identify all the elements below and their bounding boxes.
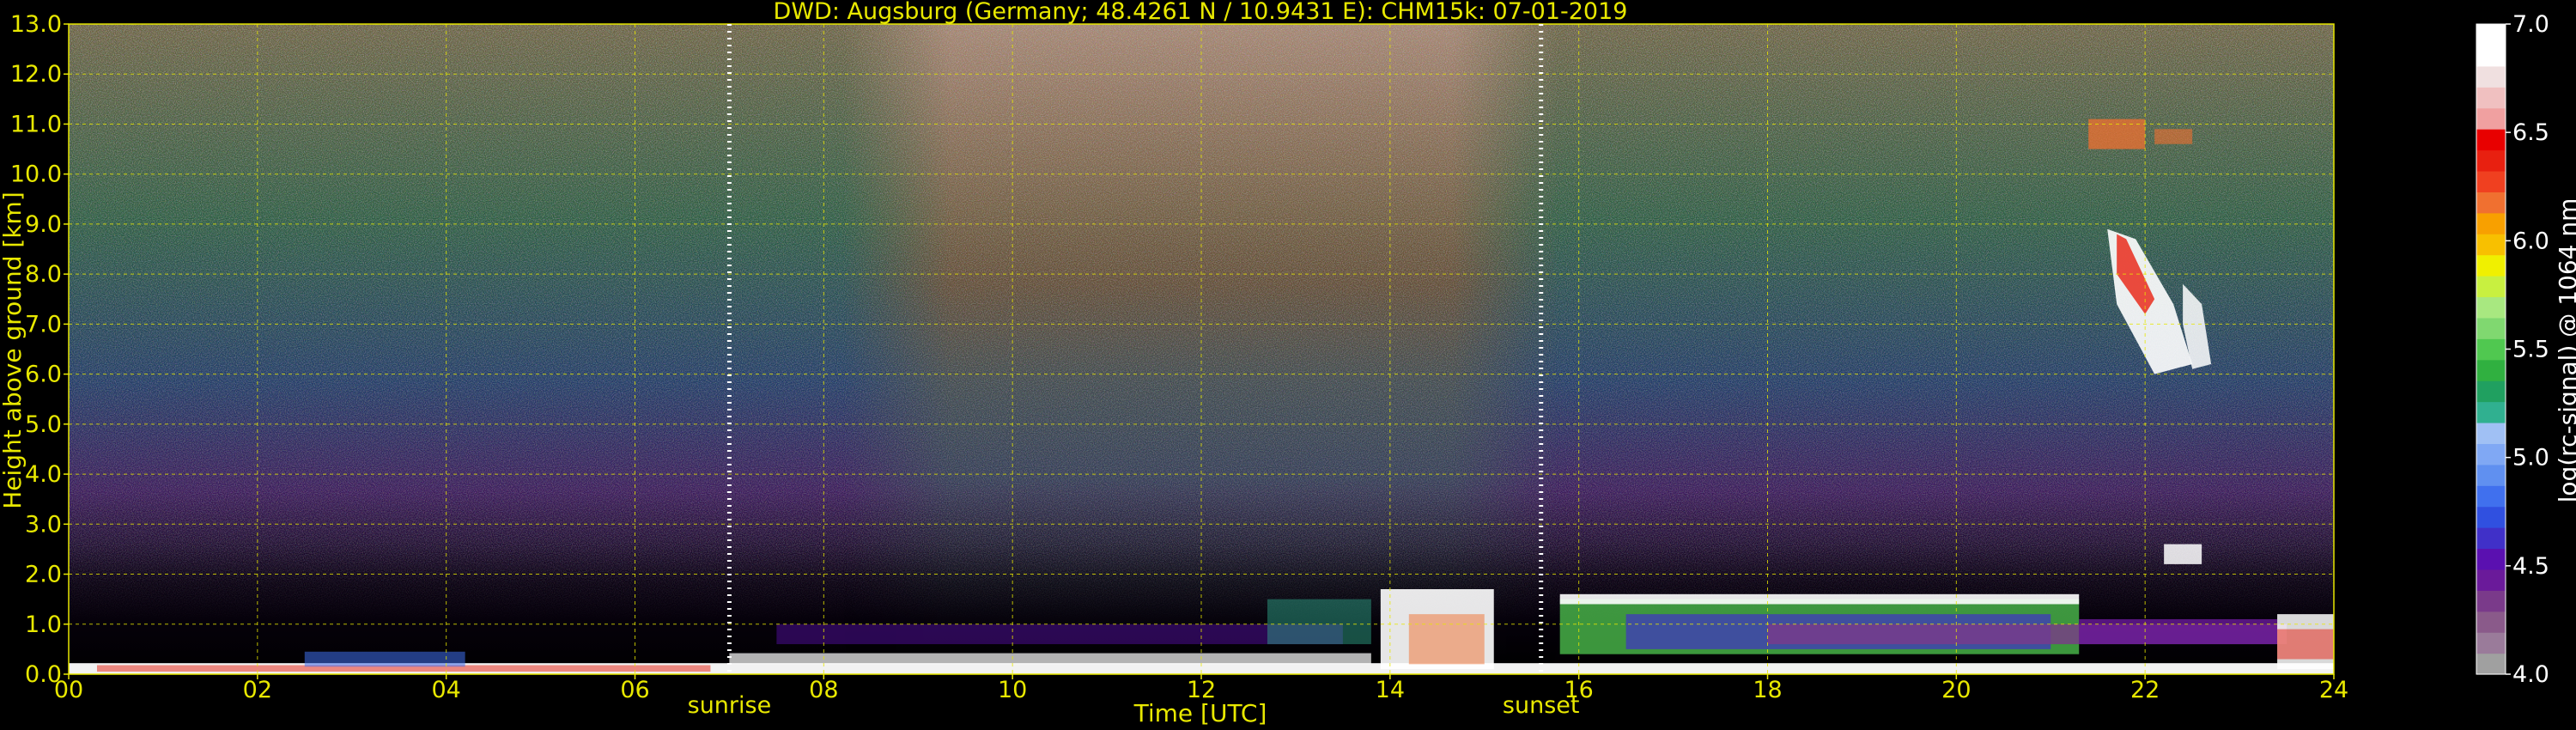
colorbar-segment [2476, 590, 2506, 612]
colorbar-segment [2476, 87, 2506, 109]
x-tick-label: 16 [1564, 677, 1593, 703]
colorbar-label: log(rc-signal) @ 1064 nm [2554, 198, 2576, 503]
cirrus-patch-2 [2154, 129, 2193, 144]
colorbar-segment [2476, 653, 2506, 675]
colorbar-segment [2476, 380, 2506, 403]
midlevel-cloud [2164, 544, 2202, 564]
convective-plumes [1267, 599, 1371, 645]
colorbar-segment [2476, 212, 2506, 234]
x-tick-label: 22 [2130, 677, 2160, 703]
colorbar: 4.0 4.5 5.0 5.5 6.0 6.5 7.0 [2476, 11, 2549, 688]
colorbar-tick-label: 5.5 [2512, 337, 2549, 363]
colorbar-tick-label: 5.0 [2512, 445, 2549, 471]
colorbar-segment [2476, 317, 2506, 339]
y-tick-label: 8.0 [25, 261, 62, 288]
x-tick-label: 08 [809, 677, 838, 703]
y-tick-label: 3.0 [25, 511, 62, 538]
colorbar-segment [2476, 65, 2506, 88]
colorbar-segment [2476, 632, 2506, 654]
y-tick-label: 11.0 [10, 111, 62, 137]
colorbar-segment [2476, 401, 2506, 423]
colorbar-segment [2476, 569, 2506, 591]
y-tick-label: 6.0 [25, 362, 62, 388]
colorbar-tick-label: 6.0 [2512, 228, 2549, 254]
residual-layer [776, 624, 1343, 645]
y-tick-label: 9.0 [25, 211, 62, 238]
cloud-core [1408, 614, 1485, 665]
colorbar-segment [2476, 296, 2506, 319]
evening-layer-top [1559, 593, 2080, 605]
colorbar-tick-label: 4.5 [2512, 553, 2549, 580]
colorbar-segment [2476, 129, 2506, 151]
colorbar-segment [2476, 234, 2506, 256]
y-tick-label: 4.0 [25, 461, 62, 488]
colorbar-segment [2476, 45, 2506, 67]
aerosol-layer-blue [304, 651, 465, 667]
x-tick-label: 20 [1941, 677, 1971, 703]
y-tick-label: 2.0 [25, 562, 62, 588]
colorbar-segment [2476, 506, 2506, 528]
colorbar-tick-label: 4.0 [2512, 661, 2549, 688]
colorbar-segment [2476, 548, 2506, 570]
chart-title: DWD: Augsburg (Germany; 48.4261 N / 10.9… [774, 0, 1628, 25]
colorbar-segment [2476, 338, 2506, 361]
y-tick-label: 10.0 [10, 161, 62, 188]
colorbar-tick-label: 7.0 [2512, 11, 2549, 38]
y-tick-label: 12.0 [10, 61, 62, 88]
x-tick-label: 18 [1753, 677, 1782, 703]
x-tick-label: 06 [620, 677, 649, 703]
colorbar-tick-label: 6.5 [2512, 119, 2549, 146]
colorbar-segment [2476, 422, 2506, 444]
y-tick-label: 7.0 [25, 311, 62, 338]
cirrus-patch-1 [2088, 119, 2146, 149]
x-tick-label: 04 [431, 677, 460, 703]
x-tick-label: 10 [998, 677, 1027, 703]
colorbar-segment [2476, 276, 2506, 298]
colorbar-segment [2476, 254, 2506, 277]
colorbar-segment [2476, 485, 2506, 508]
colorbar-segment [2476, 149, 2506, 172]
y-axis-label: Height above ground [km] [0, 192, 27, 509]
y-tick-label: 13.0 [10, 11, 62, 38]
ceilometer-chart: sunrise sunset 00 02 04 06 08 10 12 14 16 18 20 22 24… [0, 0, 2576, 727]
y-tick-label: 1.0 [25, 611, 62, 638]
boundary-layer [729, 653, 1371, 665]
y-tick-label: 5.0 [25, 411, 62, 438]
colorbar-segment [2476, 107, 2506, 130]
y-tick-label: 0.0 [25, 661, 62, 688]
colorbar-segment [2476, 611, 2506, 633]
colorbar-segment [2476, 464, 2506, 486]
x-axis-label: Time [UTC] [1133, 699, 1267, 727]
colorbar-segment [2476, 24, 2506, 46]
colorbar-segment [2476, 359, 2506, 381]
colorbar-segment [2476, 527, 2506, 550]
sunrise-label: sunrise [688, 692, 772, 719]
x-tick-label: 14 [1376, 677, 1405, 703]
late-layer-red [2277, 629, 2334, 660]
x-tick-label: 02 [243, 677, 272, 703]
nocturnal-layer [2079, 618, 2278, 645]
colorbar-segment [2476, 170, 2506, 192]
colorbar-segment [2476, 192, 2506, 214]
x-tick-label: 24 [2319, 677, 2348, 703]
colorbar-segment [2476, 443, 2506, 465]
